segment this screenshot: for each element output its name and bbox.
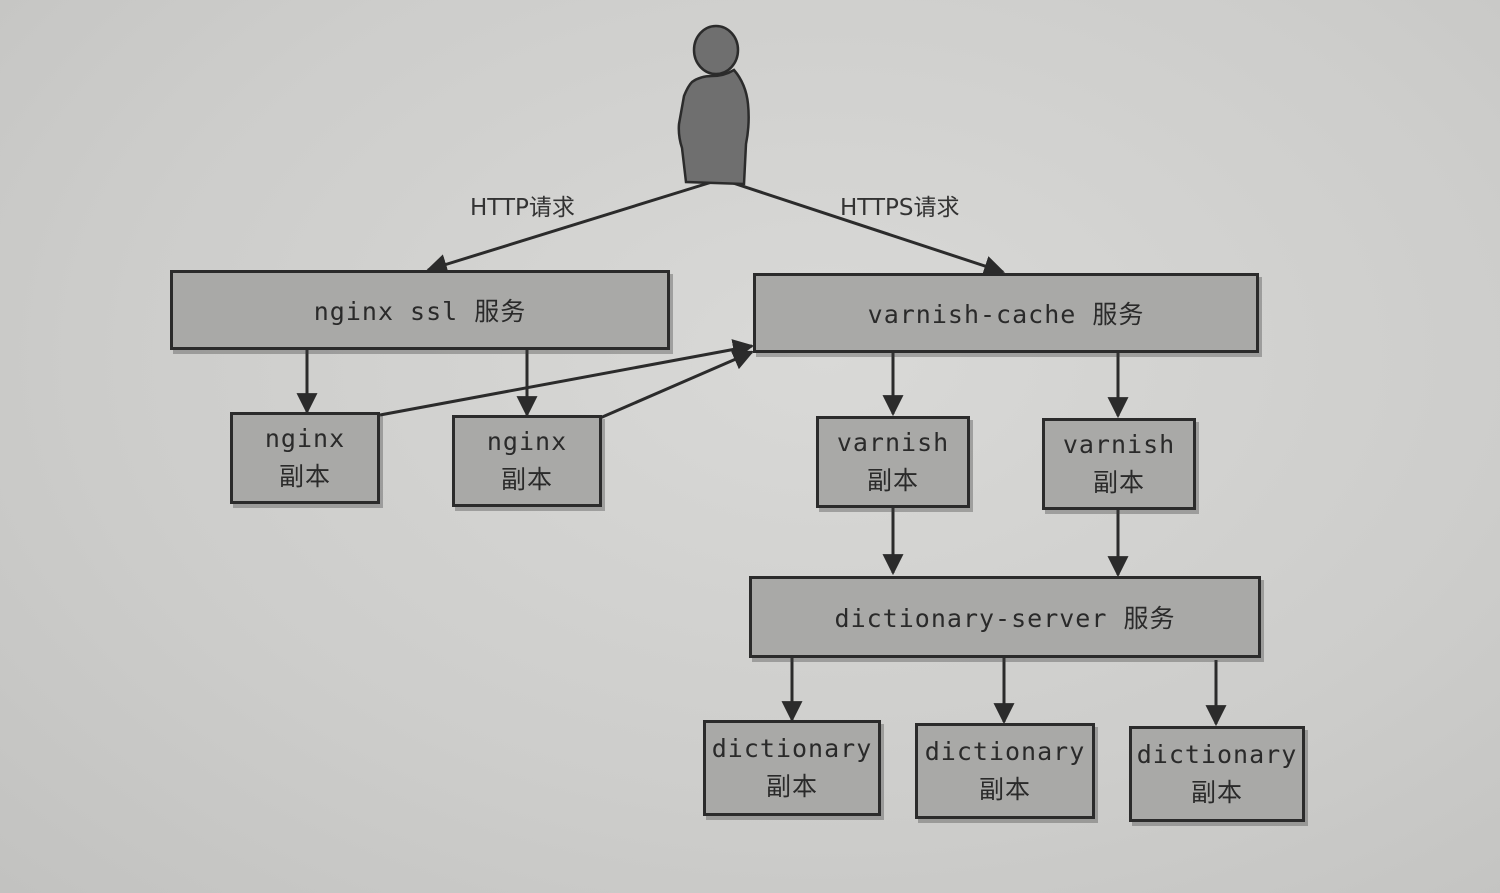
varnish-cache-service-box: varnish-cache 服务 [753, 273, 1259, 353]
varnish-replica-2: varnish 副本 [1042, 418, 1196, 510]
replica-suffix: 副本 [866, 466, 919, 495]
dictionary-replica-2: dictionary 副本 [915, 723, 1095, 819]
varnish-replica-1: varnish 副本 [816, 416, 970, 508]
architecture-diagram: HTTP请求 HTTPS请求 nginx ssl 服务 varnish-cach… [0, 0, 1500, 893]
https-request-label: HTTPS请求 [840, 195, 960, 221]
replica-suffix: 副本 [278, 462, 331, 491]
replica-name: nginx [486, 427, 568, 456]
varnish-cache-service-label: varnish-cache 服务 [867, 300, 1145, 329]
dictionary-server-service-box: dictionary-server 服务 [749, 576, 1261, 658]
nginx-ssl-service-box: nginx ssl 服务 [170, 270, 670, 350]
dictionary-replica-1: dictionary 副本 [703, 720, 881, 816]
replica-suffix: 副本 [1092, 468, 1145, 497]
edge-nginx-2-to-varnish-cache [599, 349, 754, 420]
replica-name: varnish [1062, 430, 1176, 459]
edge-nginx-1-to-varnish-cache [379, 339, 755, 417]
replica-name: dictionary [1136, 740, 1298, 769]
replica-name: nginx [264, 424, 346, 453]
replica-suffix: 副本 [978, 775, 1031, 804]
replica-name: varnish [836, 428, 950, 457]
dictionary-replica-3: dictionary 副本 [1129, 726, 1305, 822]
replica-name: dictionary [711, 734, 873, 763]
person-icon [677, 24, 750, 186]
replica-suffix: 副本 [1190, 778, 1243, 807]
replica-name: dictionary [924, 737, 1086, 766]
nginx-ssl-service-label: nginx ssl 服务 [313, 297, 527, 326]
nginx-replica-1: nginx 副本 [230, 412, 380, 504]
nginx-replica-2: nginx 副本 [452, 415, 602, 507]
replica-suffix: 副本 [765, 772, 818, 801]
dictionary-server-service-label: dictionary-server 服务 [834, 604, 1176, 633]
http-request-label: HTTP请求 [470, 195, 575, 221]
replica-suffix: 副本 [500, 465, 553, 494]
